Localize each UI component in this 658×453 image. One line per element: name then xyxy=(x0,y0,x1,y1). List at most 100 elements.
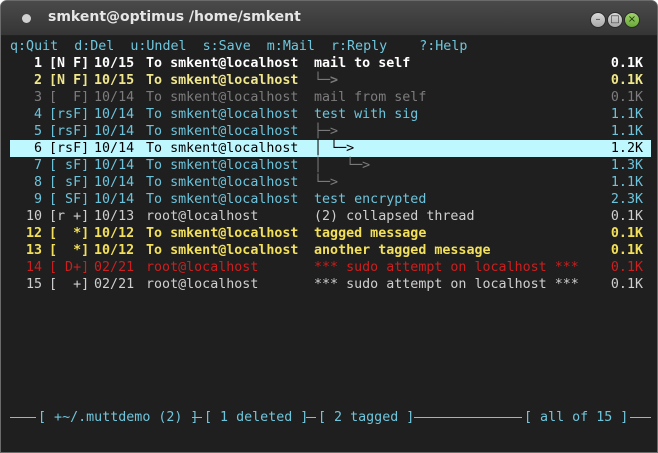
message-subject: test encrypted xyxy=(314,191,426,208)
maximize-button[interactable]: □ xyxy=(607,12,623,28)
message-row-selected[interactable]: 6 [rsF] 10/14 To smkent@localhost │ └─> 1.2K xyxy=(10,140,651,157)
message-flags: [N F] xyxy=(49,73,90,88)
message-size: 0.1K xyxy=(610,226,643,241)
message-row[interactable]: 1 [N F] 10/15 To smkent@localhost mail to se… xyxy=(10,55,651,72)
message-flags: [ SF] xyxy=(49,192,90,207)
message-from: To smkent@localhost xyxy=(146,90,299,105)
message-flags: [rsF] xyxy=(49,141,90,156)
title-bar[interactable]: • smkent@optimus /home/smkent – □ × xyxy=(1,1,657,36)
status-rule xyxy=(306,417,316,418)
message-row[interactable]: 14 [ D+] 02/21 root@localhost *** sudo attem… xyxy=(10,259,651,276)
thread-tree: └─> xyxy=(314,73,339,88)
terminal-content[interactable]: q:Quit d:Del u:Undel s:Save m:Mail r:Rep… xyxy=(10,36,651,445)
message-row[interactable]: 13 [ *] 10/12 To smkent@localhost another ta… xyxy=(10,242,651,259)
status-rule xyxy=(10,417,36,418)
message-number: 2 xyxy=(33,73,42,88)
message-number: 8 xyxy=(33,175,42,190)
message-number: 9 xyxy=(33,192,42,207)
message-from: root@localhost xyxy=(146,260,259,275)
message-number: 4 xyxy=(33,107,42,122)
message-date: 10/14 xyxy=(94,124,135,139)
message-from: To smkent@localhost xyxy=(146,226,299,241)
message-flags: [ sF] xyxy=(49,175,90,190)
window-menu-icon[interactable]: • xyxy=(22,14,31,23)
close-button[interactable]: × xyxy=(624,12,640,28)
message-row[interactable]: 4 [rsF] 10/14 To smkent@localhost test with … xyxy=(10,106,651,123)
message-flags: [rsF] xyxy=(49,124,90,139)
message-date: 10/14 xyxy=(94,175,135,190)
status-tagged: [ 2 tagged ] xyxy=(318,410,415,425)
message-number: 5 xyxy=(33,124,42,139)
message-row[interactable]: 7 [ sF] 10/14 To smkent@localhost │ └─> 1.3K xyxy=(10,157,651,174)
message-row[interactable]: 15 [ +] 02/21 root@localhost *** sudo attemp… xyxy=(10,276,651,293)
status-rule xyxy=(630,417,651,418)
message-date: 10/14 xyxy=(94,158,135,173)
message-flags: [ F] xyxy=(49,90,90,105)
minimize-button[interactable]: – xyxy=(590,12,606,28)
message-row[interactable]: 9 [ SF] 10/14 To smkent@localhost test encry… xyxy=(10,191,651,208)
message-size: 0.1K xyxy=(610,260,643,275)
message-size: 0.1K xyxy=(610,90,643,105)
window-title: smkent@optimus /home/smkent xyxy=(48,9,301,25)
message-subject: another tagged message xyxy=(314,242,491,259)
message-size: 0.1K xyxy=(610,209,643,224)
message-subject-text: test with sig xyxy=(314,107,419,122)
thread-tree: └─> xyxy=(314,175,339,190)
message-size: 2.3K xyxy=(610,192,643,207)
message-subject: *** sudo attempt on localhost *** xyxy=(314,276,579,293)
message-flags: [ D+] xyxy=(49,260,90,275)
message-subject: ├─> xyxy=(314,123,338,140)
message-subject-text: mail from self xyxy=(314,90,427,105)
message-size: 0.1K xyxy=(610,277,643,292)
message-number: 10 xyxy=(25,209,42,224)
message-from: To smkent@localhost xyxy=(146,107,299,122)
message-date: 10/13 xyxy=(94,209,135,224)
message-subject: mail from self xyxy=(314,89,426,106)
message-subject: └─> xyxy=(314,174,338,191)
message-row[interactable]: 12 [ *] 10/12 To smkent@localhost tagged mes… xyxy=(10,225,651,242)
thread-tree: │ └─> xyxy=(314,158,371,173)
message-subject-text: test encrypted xyxy=(314,192,427,207)
message-from: To smkent@localhost xyxy=(146,175,299,190)
message-row[interactable]: 3 [ F] 10/14 To smkent@localhost mail from s… xyxy=(10,89,651,106)
message-number: 1 xyxy=(33,56,42,71)
message-from: To smkent@localhost xyxy=(146,73,299,88)
thread-tree: ├─> xyxy=(314,124,339,139)
message-number: 12 xyxy=(25,226,42,241)
message-subject: tagged message xyxy=(314,225,426,242)
message-number: 3 xyxy=(33,90,42,105)
message-subject: *** sudo attempt on localhost *** xyxy=(314,259,579,276)
message-size: 1.1K xyxy=(610,107,643,122)
message-row[interactable]: 10 [r +] 10/13 root@localhost (2) collapsed … xyxy=(10,208,651,225)
message-subject-text: mail to self xyxy=(314,56,411,71)
message-from: To smkent@localhost xyxy=(146,158,299,173)
message-number: 14 xyxy=(25,260,42,275)
message-row[interactable]: 2 [N F] 10/15 To smkent@localhost └─> 0.1K xyxy=(10,72,651,89)
message-date: 10/12 xyxy=(94,226,135,241)
message-row[interactable]: 8 [ sF] 10/14 To smkent@localhost └─> 1.1K xyxy=(10,174,651,191)
message-size: 1.1K xyxy=(610,124,643,139)
message-subject: └─> xyxy=(314,72,338,89)
message-from: To smkent@localhost xyxy=(146,243,299,258)
message-from: To smkent@localhost xyxy=(146,56,299,71)
status-deleted: [ 1 deleted ] xyxy=(204,410,309,425)
message-number: 13 xyxy=(25,243,42,258)
message-date: 10/14 xyxy=(94,192,135,207)
message-size: 0.1K xyxy=(610,73,643,88)
message-date: 10/14 xyxy=(94,107,135,122)
message-flags: [ +] xyxy=(49,277,90,292)
status-position: [ all of 15 ] xyxy=(524,410,629,425)
thread-tree: │ └─> xyxy=(314,141,355,156)
message-subject-text: tagged message xyxy=(314,226,427,241)
message-size: 1.2K xyxy=(610,141,643,156)
status-rule xyxy=(192,417,202,418)
message-number: 6 xyxy=(33,141,42,156)
message-subject-text: another tagged message xyxy=(314,243,491,258)
message-flags: [ *] xyxy=(49,226,90,241)
message-from: To smkent@localhost xyxy=(146,124,299,139)
message-row[interactable]: 5 [rsF] 10/14 To smkent@localhost ├─> 1.1K xyxy=(10,123,651,140)
message-size: 1.1K xyxy=(610,175,643,190)
terminal-window: • smkent@optimus /home/smkent – □ × q:Qu… xyxy=(0,0,658,453)
message-number: 7 xyxy=(33,158,42,173)
message-subject: mail to self xyxy=(314,55,410,72)
